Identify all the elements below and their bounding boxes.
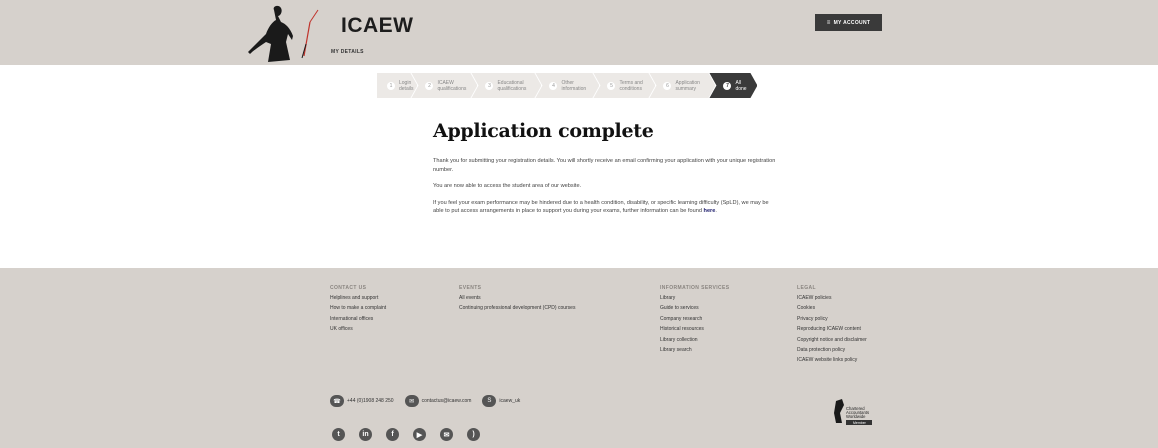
- rss-icon[interactable]: ): [467, 428, 480, 441]
- contact-details: ☎ +44 (0)1908 248 250 ✉ contactus@icaew.…: [330, 395, 531, 407]
- footer-link[interactable]: Library search: [660, 345, 730, 355]
- footer-link[interactable]: ICAEW website links policy: [797, 355, 867, 365]
- step-label: qualifications: [497, 85, 527, 92]
- footer-events-column: EVENTS All events Continuing professiona…: [459, 285, 575, 314]
- phone-icon: ☎: [330, 395, 344, 407]
- footer-link[interactable]: Helplines and support: [330, 293, 386, 303]
- skype-handle: icaew_uk: [499, 398, 521, 404]
- footer-link[interactable]: Data protection policy: [797, 345, 867, 355]
- step-label: summary: [675, 85, 697, 92]
- step-number: 6: [663, 82, 671, 90]
- footer-link[interactable]: International offices: [330, 314, 386, 324]
- step-number: 3: [485, 82, 493, 90]
- brand-name[interactable]: ICAEW: [341, 14, 414, 38]
- step-label: qualifications: [437, 85, 467, 92]
- access-text: If you feel your exam performance may be…: [433, 199, 769, 215]
- my-account-button[interactable]: ≡ MY ACCOUNT: [815, 14, 882, 31]
- site-header: ICAEW MY DETAILS ≡ MY ACCOUNT: [0, 0, 1158, 65]
- footer-link[interactable]: UK offices: [330, 324, 386, 334]
- footer-link[interactable]: Continuing professional development (CPD…: [459, 303, 575, 313]
- footer-link[interactable]: Copyright notice and disclaimer: [797, 335, 867, 345]
- footer-link[interactable]: Privacy policy: [797, 314, 867, 324]
- footer-heading: INFORMATION SERVICES: [660, 285, 730, 291]
- progress-steps: 1 Login details 2 ICAEW qualifications 3 E…: [377, 73, 751, 98]
- step-login-details: 1 Login details: [377, 73, 417, 98]
- caw-line3: Worldwide: [846, 414, 866, 419]
- step-other-information: 4 Other information: [535, 73, 599, 98]
- caw-line4: Member: [853, 421, 867, 425]
- footer-heading: EVENTS: [459, 285, 482, 291]
- step-educational-qualifications: 3 Educational qualifications: [471, 73, 541, 98]
- step-terms-and-conditions: 5 Terms and conditions: [593, 73, 655, 98]
- step-number: 2: [425, 82, 433, 90]
- confirmation-text: Thank you for submitting your registrati…: [433, 157, 778, 224]
- footer-link[interactable]: Library: [660, 293, 730, 303]
- section-title: MY DETAILS: [331, 49, 364, 55]
- footer-contact-column: CONTACT US Helplines and support How to …: [330, 285, 386, 335]
- student-area-paragraph: You are now able to access the student a…: [433, 183, 582, 189]
- footer-link[interactable]: Library collection: [660, 335, 730, 345]
- footer-heading: CONTACT US: [330, 285, 367, 291]
- email-contact[interactable]: ✉ contactus@icaew.com: [404, 395, 472, 407]
- my-account-label: MY ACCOUNT: [833, 19, 871, 26]
- email-address: contactus@icaew.com: [421, 398, 472, 404]
- period: .: [715, 208, 717, 214]
- phone-number: +44 (0)1908 248 250: [347, 398, 394, 404]
- skype-contact[interactable]: S icaew_uk: [482, 395, 520, 407]
- icaew-figure-logo[interactable]: [248, 4, 326, 62]
- footer-link[interactable]: How to make a complaint: [330, 303, 386, 313]
- menu-icon: ≡: [826, 19, 831, 26]
- youtube-icon[interactable]: ▶: [413, 428, 426, 441]
- footer-heading: LEGAL: [797, 285, 816, 291]
- step-all-done: 7 All done: [709, 73, 757, 98]
- footer-info-column: INFORMATION SERVICES Library Guide to se…: [660, 285, 730, 355]
- step-icaew-qualifications: 2 ICAEW qualifications: [411, 73, 477, 98]
- chartered-accountants-worldwide-logo[interactable]: Chartered Accountants Worldwide Member: [832, 399, 880, 429]
- footer-link[interactable]: Guide to services: [660, 303, 730, 313]
- step-application-summary: 6 Application summary: [649, 73, 715, 98]
- page-title: Application complete: [433, 120, 654, 142]
- step-number: 5: [607, 82, 615, 90]
- footer-link[interactable]: All events: [459, 293, 575, 303]
- step-label: conditions: [619, 85, 642, 92]
- caw-emblem: Chartered Accountants Worldwide Member: [834, 399, 872, 425]
- step-number: 1: [387, 82, 395, 90]
- skype-icon: S: [482, 395, 497, 407]
- facebook-icon[interactable]: f: [386, 428, 399, 441]
- phone-contact[interactable]: ☎ +44 (0)1908 248 250: [330, 395, 394, 407]
- social-links: t in f ▶ ✉ ): [332, 428, 494, 441]
- confirmation-paragraph: Thank you for submitting your registrati…: [433, 158, 776, 173]
- access-arrangements-paragraph: If you feel your exam performance may be…: [433, 199, 778, 216]
- footer-link[interactable]: ICAEW policies: [797, 293, 867, 303]
- step-label: details: [399, 85, 414, 92]
- here-link[interactable]: here: [704, 208, 716, 214]
- mail-icon: ✉: [404, 395, 419, 407]
- footer-link[interactable]: Company research: [660, 314, 730, 324]
- linkedin-icon[interactable]: in: [359, 428, 372, 441]
- site-footer: CONTACT US Helplines and support How to …: [0, 268, 1158, 448]
- footer-legal-column: LEGAL ICAEW policies Cookies Privacy pol…: [797, 285, 867, 366]
- email-icon[interactable]: ✉: [440, 428, 453, 441]
- step-number: 4: [549, 82, 557, 90]
- footer-link[interactable]: Cookies: [797, 303, 867, 313]
- step-number: 7: [723, 82, 731, 90]
- footer-link[interactable]: Historical resources: [660, 324, 730, 334]
- step-label: information: [561, 85, 587, 92]
- footer-link[interactable]: Reproducing ICAEW content: [797, 324, 867, 334]
- step-label: done: [735, 85, 747, 92]
- twitter-icon[interactable]: t: [332, 428, 345, 441]
